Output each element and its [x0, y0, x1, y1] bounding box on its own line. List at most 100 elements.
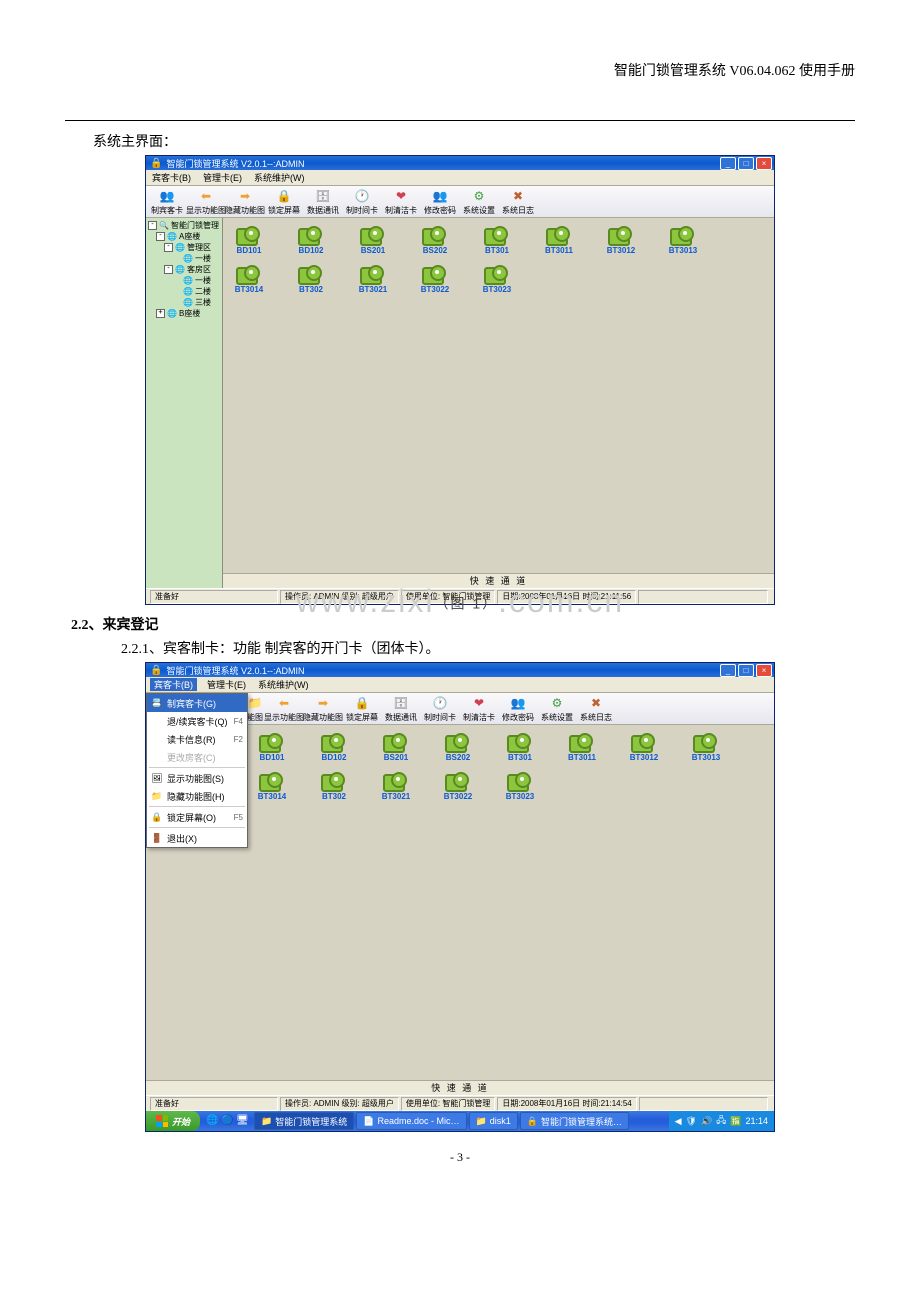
titlebar[interactable]: 🔒 智能门锁管理系统 V2.0.1--:ADMIN _ □ ×	[146, 156, 774, 170]
make-time-card-button[interactable]: 🕐制时间卡	[343, 188, 381, 216]
tree-node[interactable]: -🌐客房区	[148, 264, 222, 275]
dropdown-item-shortcut: F5	[234, 813, 243, 822]
dropdown-item[interactable]: 🖼显示功能图(S)	[147, 769, 247, 787]
system-tray[interactable]: ◀ 🛡 🔊 🖧 🈯 21:14	[669, 1111, 774, 1131]
room-item[interactable]: BT301	[477, 224, 517, 255]
room-item[interactable]: BS201	[353, 224, 393, 255]
system-settings-button[interactable]: ⚙系统设置	[538, 695, 576, 723]
menu-guest-card[interactable]: 宾客卡(B)	[150, 678, 197, 691]
taskbar-item[interactable]: 📁disk1	[469, 1112, 518, 1130]
menu-guest-card[interactable]: 宾客卡(B)	[150, 171, 193, 184]
tree-node[interactable]: 🌐一楼	[148, 275, 222, 286]
room-item[interactable]: BT3012	[601, 224, 641, 255]
room-item[interactable]: BT3011	[562, 731, 602, 762]
status-operator: 操作员: ADMIN 级别: 超级用户	[280, 1097, 399, 1111]
menu-system-maintain[interactable]: 系统维护(W)	[252, 171, 307, 184]
room-item[interactable]: BT3013	[663, 224, 703, 255]
room-item[interactable]: BD102	[314, 731, 354, 762]
data-comm-button[interactable]: 🗄数据通讯	[382, 695, 420, 723]
change-password-button[interactable]: 👥修改密码	[499, 695, 537, 723]
tree-toggle-icon[interactable]: -	[156, 232, 165, 241]
tree-node[interactable]: 🌐三楼	[148, 297, 222, 308]
room-item[interactable]: BT3012	[624, 731, 664, 762]
start-button[interactable]: 开始	[146, 1111, 200, 1131]
dropdown-item[interactable]: 📇制宾客卡(G)	[147, 694, 247, 712]
tray-shield-icon[interactable]: 🛡	[686, 1116, 697, 1127]
close-button[interactable]: ×	[756, 664, 772, 677]
dropdown-item[interactable]: 🔒锁定屏幕(O)F5	[147, 808, 247, 826]
show-func-map-button[interactable]: ⬅显示功能图	[265, 695, 303, 723]
tray-lang-icon[interactable]: 🈯	[730, 1116, 741, 1127]
tray-network-icon[interactable]: 🖧	[716, 1113, 726, 1129]
taskbar-item[interactable]: 📁智能门锁管理系统	[254, 1112, 354, 1130]
tree-node[interactable]: +🌐B座楼	[148, 308, 222, 319]
make-guest-card-button[interactable]: 👥制宾客卡	[148, 188, 186, 216]
taskbar-item[interactable]: 🔒智能门锁管理系统…	[520, 1112, 629, 1130]
maximize-button[interactable]: □	[738, 157, 754, 170]
tree-toggle-icon[interactable]: -	[164, 243, 173, 252]
tree-toggle-icon[interactable]: -	[164, 265, 173, 274]
room-item[interactable]: BT302	[314, 770, 354, 801]
guest-card-dropdown[interactable]: 📇制宾客卡(G)退/续宾客卡(Q)F4读卡信息(R)F2更改房客(C)🖼显示功能…	[146, 693, 248, 848]
make-clean-card-button[interactable]: ❤制清洁卡	[382, 188, 420, 216]
tree-node-icon: 🌐	[183, 276, 193, 285]
change-password-button[interactable]: 👥修改密码	[421, 188, 459, 216]
lock-screen-button[interactable]: 🔒锁定屏幕	[265, 188, 303, 216]
ql-media-icon[interactable]: 🔵	[221, 1115, 233, 1127]
tree-panel[interactable]: -🔍智能门锁管理-🌐A座楼-🌐管理区🌐一楼-🌐客房区🌐一楼🌐二楼🌐三楼+🌐B座楼	[146, 218, 223, 588]
tree-toggle-icon[interactable]: +	[156, 309, 165, 318]
menu-manage-card[interactable]: 管理卡(E)	[205, 678, 248, 691]
close-button[interactable]: ×	[756, 157, 772, 170]
dropdown-item[interactable]: 🚪退出(X)	[147, 829, 247, 847]
titlebar[interactable]: 🔒 智能门锁管理系统 V2.0.1--:ADMIN _ □ ×	[146, 663, 774, 677]
ql-ie-icon[interactable]: 🌐	[206, 1115, 218, 1127]
room-item[interactable]: BT3022	[415, 263, 455, 294]
room-item[interactable]: BT3021	[376, 770, 416, 801]
lock-screen-button[interactable]: 🔒锁定屏幕	[343, 695, 381, 723]
room-item[interactable]: BS202	[438, 731, 478, 762]
system-log-button[interactable]: ✖系统日志	[577, 695, 615, 723]
menu-manage-card[interactable]: 管理卡(E)	[201, 171, 244, 184]
room-item[interactable]: BT3014	[252, 770, 292, 801]
room-item[interactable]: BT3011	[539, 224, 579, 255]
room-item[interactable]: BT302	[291, 263, 331, 294]
make-time-card-button[interactable]: 🕐制时间卡	[421, 695, 459, 723]
tree-node[interactable]: -🌐管理区	[148, 242, 222, 253]
tree-node[interactable]: 🌐一楼	[148, 253, 222, 264]
tray-left-icon[interactable]: ◀	[675, 1116, 682, 1127]
dropdown-item[interactable]: 读卡信息(R)F2	[147, 730, 247, 748]
hide-func-map-button[interactable]: ➡隐藏功能图	[304, 695, 342, 723]
room-item[interactable]: BS201	[376, 731, 416, 762]
room-item[interactable]: BD101	[229, 224, 269, 255]
data-comm-button[interactable]: 🗄数据通讯	[304, 188, 342, 216]
make-clean-card-button[interactable]: ❤制清洁卡	[460, 695, 498, 723]
room-item[interactable]: BT3014	[229, 263, 269, 294]
tray-sound-icon[interactable]: 🔊	[701, 1116, 712, 1127]
maximize-button[interactable]: □	[738, 664, 754, 677]
show-func-map-button[interactable]: ⬅显示功能图	[187, 188, 225, 216]
room-item[interactable]: BD102	[291, 224, 331, 255]
minimize-button[interactable]: _	[720, 157, 736, 170]
dropdown-item[interactable]: 📁隐藏功能图(H)	[147, 787, 247, 805]
minimize-button[interactable]: _	[720, 664, 736, 677]
room-item[interactable]: BT3022	[438, 770, 478, 801]
tree-node[interactable]: -🌐A座楼	[148, 231, 222, 242]
tree-node[interactable]: 🌐二楼	[148, 286, 222, 297]
menu-system-maintain[interactable]: 系统维护(W)	[256, 678, 311, 691]
room-item[interactable]: BT3023	[477, 263, 517, 294]
dropdown-item[interactable]: 退/续宾客卡(Q)F4	[147, 712, 247, 730]
room-item[interactable]: BS202	[415, 224, 455, 255]
system-settings-button[interactable]: ⚙系统设置	[460, 188, 498, 216]
hide-func-map-button[interactable]: ➡隐藏功能图	[226, 188, 264, 216]
taskbar-item[interactable]: 📄Readme.doc - Mic…	[356, 1112, 466, 1130]
quick-channel-bar[interactable]: 快 速 通 道	[146, 1080, 774, 1095]
room-item[interactable]: BT301	[500, 731, 540, 762]
tree-node[interactable]: -🔍智能门锁管理	[148, 220, 222, 231]
room-item[interactable]: BT3023	[500, 770, 540, 801]
system-log-button[interactable]: ✖系统日志	[499, 188, 537, 216]
ql-desktop-icon[interactable]: 🖥	[236, 1115, 248, 1127]
room-item[interactable]: BT3021	[353, 263, 393, 294]
room-item[interactable]: BT3013	[686, 731, 726, 762]
tree-toggle-icon[interactable]: -	[148, 221, 157, 230]
room-item[interactable]: BD101	[252, 731, 292, 762]
